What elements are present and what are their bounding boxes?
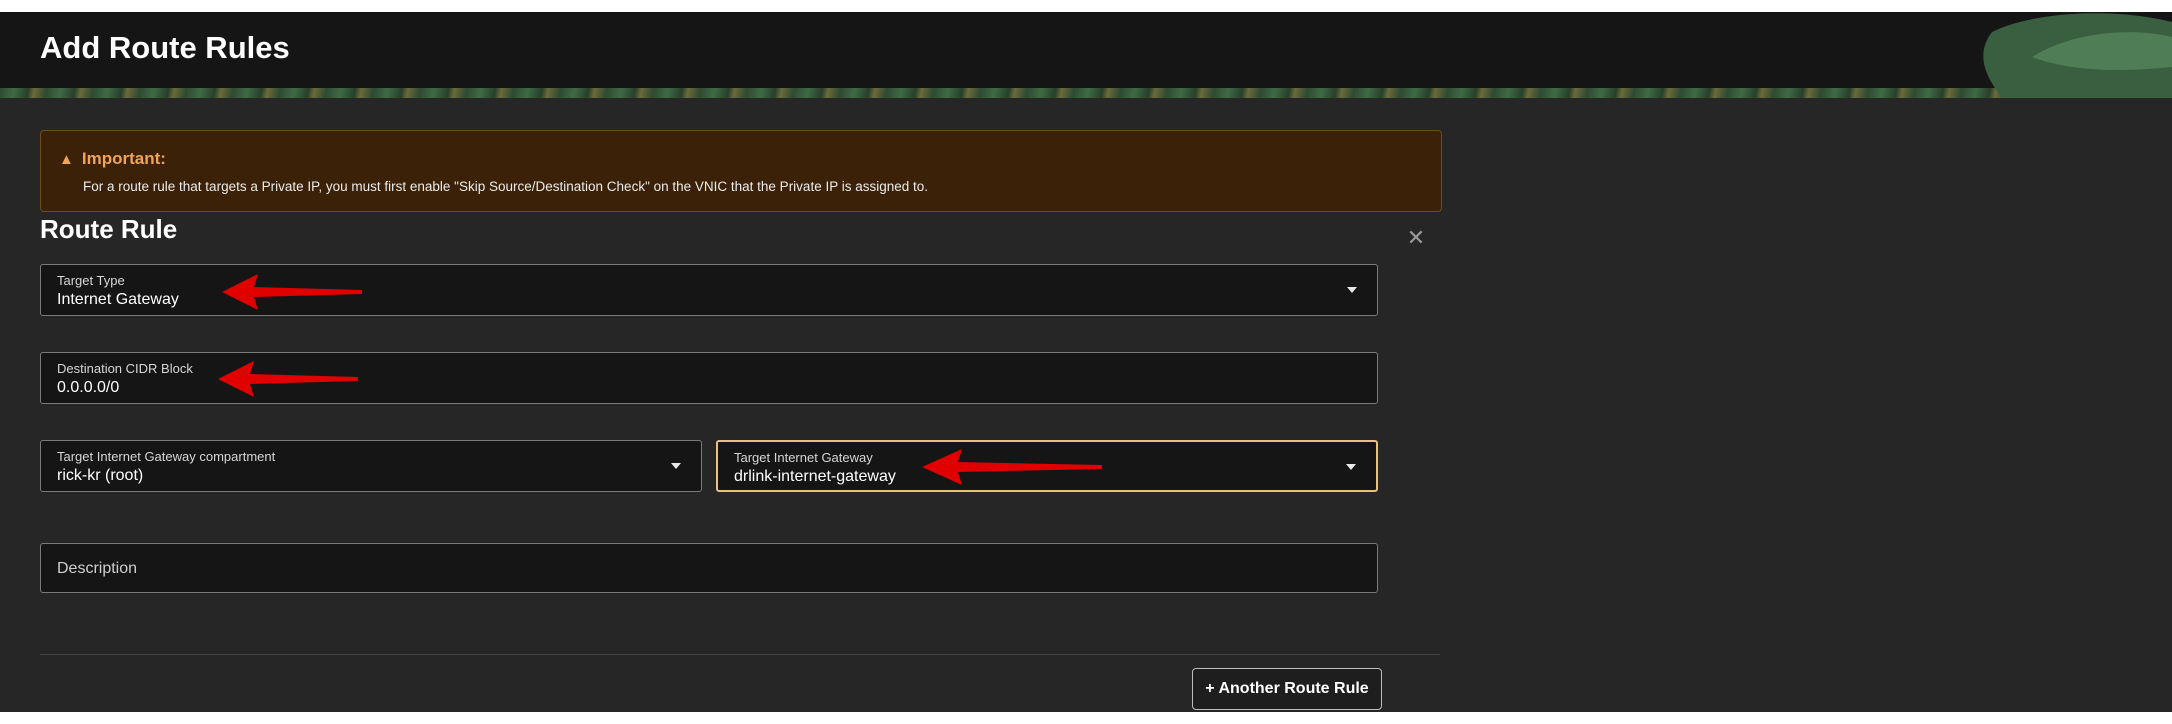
warning-icon: ▲ (59, 151, 74, 168)
description-input[interactable]: Description (40, 543, 1378, 593)
header-decoration (0, 88, 2172, 98)
annotation-arrow-icon (222, 274, 362, 310)
important-alert: ▲ Important: For a route rule that target… (40, 130, 1442, 212)
chevron-down-icon[interactable] (1346, 464, 1356, 470)
dialog-header: Add Route Rules (0, 12, 2172, 98)
chevron-down-icon[interactable] (1347, 287, 1357, 293)
leaf-decoration-icon (1983, 13, 2172, 98)
page-title: Add Route Rules (40, 30, 290, 65)
target-type-value: Internet Gateway (57, 291, 179, 308)
chevron-down-icon[interactable] (671, 463, 681, 469)
compartment-label: Target Internet Gateway compartment (57, 449, 276, 464)
alert-title: ▲ Important: (59, 149, 166, 169)
close-icon[interactable]: ✕ (1404, 226, 1428, 250)
target-type-label: Target Type (57, 273, 125, 288)
dialog-frame: Add Route Rules ▲ Important: For a route … (0, 12, 2172, 712)
annotation-arrow-icon (218, 361, 358, 397)
destination-cidr-value[interactable]: 0.0.0.0/0 (57, 379, 119, 397)
add-route-rule-button[interactable]: + Another Route Rule (1192, 668, 1382, 710)
annotation-arrow-icon (922, 449, 1102, 485)
alert-message: For a route rule that targets a Private … (83, 179, 929, 194)
route-rule-title: Route Rule (40, 214, 178, 244)
divider (40, 654, 1440, 655)
alert-title-text: Important: (81, 149, 166, 168)
compartment-select[interactable]: Target Internet Gateway compartment rick… (40, 440, 702, 492)
internet-gateway-label: Target Internet Gateway (734, 450, 873, 465)
internet-gateway-value: drlink-internet-gateway (734, 468, 896, 485)
description-placeholder: Description (57, 560, 138, 577)
destination-cidr-label: Destination CIDR Block (57, 361, 193, 376)
compartment-value: rick-kr (root) (57, 467, 144, 484)
